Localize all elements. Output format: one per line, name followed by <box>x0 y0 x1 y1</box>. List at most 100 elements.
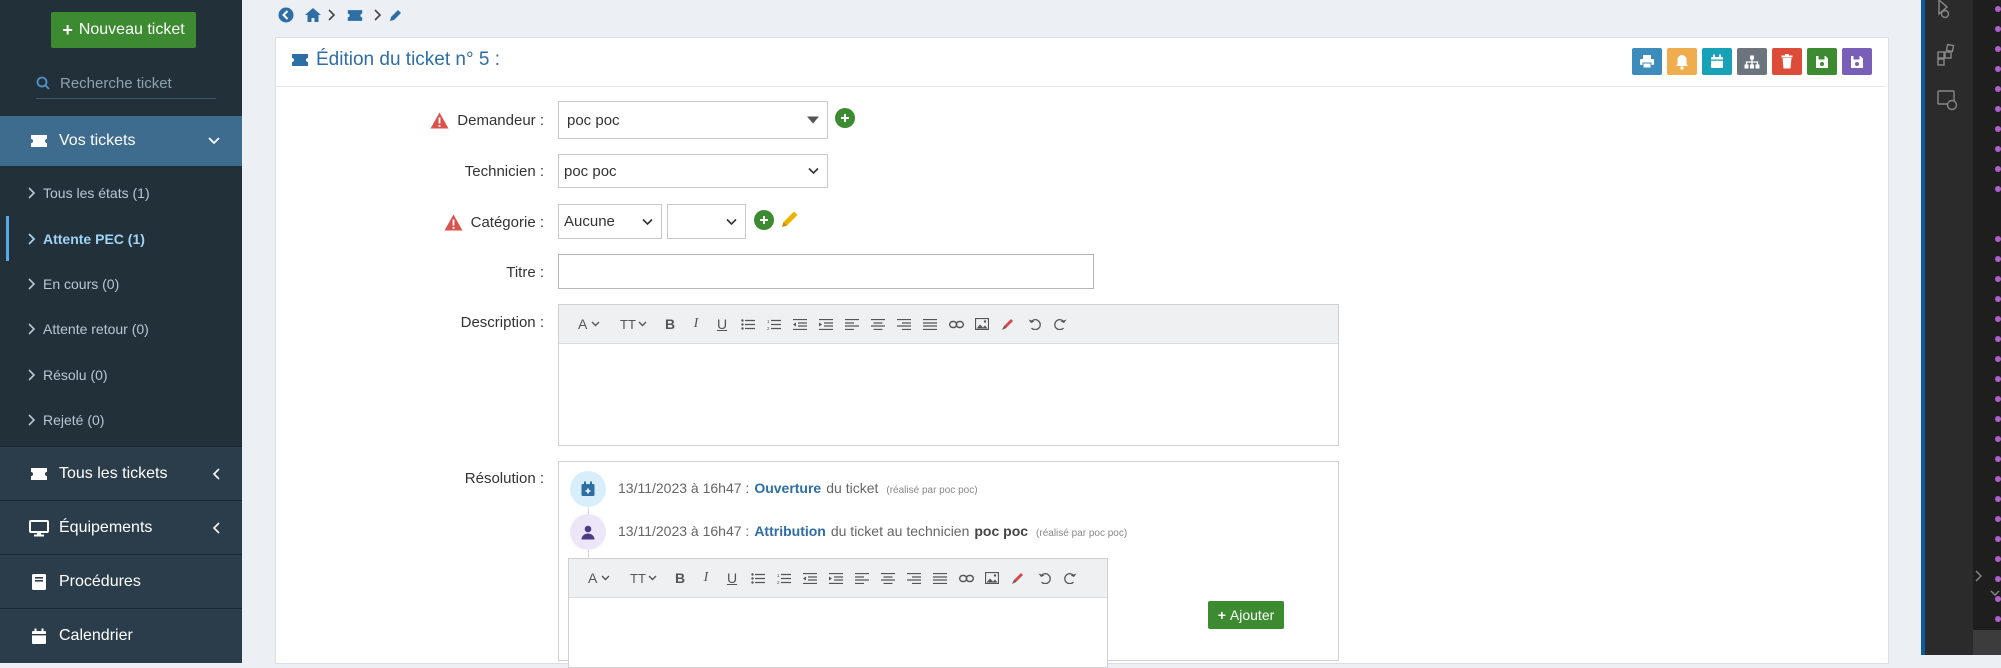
home-icon[interactable] <box>304 7 322 23</box>
status-bar-item <box>1973 630 2001 655</box>
categorie-label: Catégorie : <box>470 213 544 231</box>
chevron-right-icon <box>28 368 36 381</box>
eraser-icon[interactable] <box>1005 565 1031 591</box>
remote-explorer-icon[interactable] <box>1937 90 1959 112</box>
plus-icon: + <box>1217 607 1226 623</box>
sidebar-subitem-attente-retour[interactable]: Attente retour (0) <box>0 306 242 351</box>
chevron-down-icon <box>1990 590 2000 597</box>
notify-button[interactable] <box>1667 48 1697 75</box>
delete-button[interactable] <box>1772 48 1802 75</box>
editor-toolbar: A TT B I U 12 <box>569 559 1107 598</box>
ticket-icon <box>29 134 49 148</box>
marker-dot <box>1995 276 2001 282</box>
sidebar-item-procedures[interactable]: Procédures <box>0 554 242 609</box>
indent-icon[interactable] <box>813 311 839 337</box>
align-right-icon[interactable] <box>901 565 927 591</box>
technicien-select[interactable]: poc poc <box>558 154 828 188</box>
marker-dot <box>1995 26 2001 32</box>
subitem-label: Tous les états (1) <box>43 184 150 201</box>
ticket-icon[interactable] <box>346 9 364 22</box>
align-right-icon[interactable] <box>891 311 917 337</box>
edit-categorie-button[interactable] <box>780 209 800 229</box>
titre-input[interactable] <box>558 254 1094 289</box>
timeline-action: Attribution <box>754 523 826 539</box>
sidebar-item-tous-tickets[interactable]: Tous les tickets <box>0 446 242 501</box>
link-icon[interactable] <box>943 311 969 337</box>
sidebar-subitem-rejete[interactable]: Rejeté (0) <box>0 397 242 442</box>
ajouter-button[interactable]: + Ajouter <box>1208 601 1284 629</box>
demandeur-select[interactable]: poc poc <box>558 101 828 139</box>
numbered-list-icon[interactable]: 12 <box>771 565 797 591</box>
sidebar-item-vos-tickets[interactable]: Vos tickets <box>0 116 242 166</box>
sidebar-subitem-tous-etats[interactable]: Tous les états (1) <box>0 170 242 215</box>
resolution-editor[interactable]: A TT B I U 12 <box>568 558 1108 668</box>
marker-dot <box>1995 396 2001 402</box>
undo-icon[interactable] <box>1021 311 1047 337</box>
chevron-right-icon <box>1975 570 1983 582</box>
marker-dot <box>1995 616 2001 622</box>
bold-icon[interactable]: B <box>657 311 683 337</box>
pencil-icon <box>780 209 800 229</box>
book-icon <box>28 571 50 593</box>
image-icon[interactable] <box>969 311 995 337</box>
marker-dot <box>1995 456 2001 462</box>
print-button[interactable] <box>1632 48 1662 75</box>
chevron-down-icon <box>208 137 220 145</box>
debug-icon[interactable] <box>1937 0 1959 20</box>
hierarchy-button[interactable] <box>1737 48 1767 75</box>
underline-icon[interactable]: U <box>709 311 735 337</box>
titre-label: Titre : <box>506 263 544 281</box>
justify-icon[interactable] <box>927 565 953 591</box>
bullet-list-icon[interactable] <box>745 565 771 591</box>
sidebar-subitem-en-cours[interactable]: En cours (0) <box>0 261 242 306</box>
add-categorie-button[interactable] <box>754 210 774 230</box>
font-color-icon[interactable]: A <box>579 565 623 591</box>
align-center-icon[interactable] <box>875 565 901 591</box>
font-color-icon[interactable]: A <box>569 311 613 337</box>
redo-icon[interactable] <box>1047 311 1073 337</box>
sidebar-item-label: Équipements <box>59 519 153 536</box>
italic-icon[interactable]: I <box>683 311 709 337</box>
marker-dot <box>1995 436 2001 442</box>
eraser-icon[interactable] <box>995 311 1021 337</box>
sidebar-subitem-resolu[interactable]: Résolu (0) <box>0 352 242 397</box>
save-button[interactable] <box>1807 48 1837 75</box>
font-size-icon[interactable]: TT <box>613 311 657 337</box>
numbered-list-icon[interactable]: 12 <box>761 311 787 337</box>
underline-icon[interactable]: U <box>719 565 745 591</box>
ticket-search[interactable] <box>36 68 216 99</box>
monitor-icon <box>28 517 50 539</box>
chevron-left-icon <box>212 522 220 534</box>
categorie-select[interactable]: Aucune <box>558 204 662 239</box>
back-icon[interactable] <box>278 7 294 23</box>
bullet-list-icon[interactable] <box>735 311 761 337</box>
subcategorie-select[interactable] <box>667 204 746 239</box>
font-size-icon[interactable]: TT <box>623 565 667 591</box>
sidebar-subitem-attente-pec[interactable]: Attente PEC (1) <box>0 216 242 261</box>
align-center-icon[interactable] <box>865 311 891 337</box>
search-input[interactable] <box>58 73 212 93</box>
search-icon <box>36 76 50 90</box>
subitem-label: Attente retour (0) <box>43 320 149 337</box>
redo-icon[interactable] <box>1057 565 1083 591</box>
outdent-icon[interactable] <box>787 311 813 337</box>
add-demandeur-button[interactable] <box>835 108 855 128</box>
calendar-button[interactable] <box>1702 48 1732 75</box>
new-ticket-button[interactable]: + Nouveau ticket <box>51 12 196 48</box>
description-editor[interactable]: A TT B I U 12 <box>558 304 1339 446</box>
link-icon[interactable] <box>953 565 979 591</box>
image-icon[interactable] <box>979 565 1005 591</box>
undo-icon[interactable] <box>1031 565 1057 591</box>
align-left-icon[interactable] <box>839 311 865 337</box>
extensions-icon[interactable] <box>1937 44 1959 66</box>
justify-icon[interactable] <box>917 311 943 337</box>
indent-icon[interactable] <box>823 565 849 591</box>
align-left-icon[interactable] <box>849 565 875 591</box>
italic-icon[interactable]: I <box>693 565 719 591</box>
resolution-label: Résolution : <box>464 469 544 487</box>
outdent-icon[interactable] <box>797 565 823 591</box>
trash-icon <box>1781 54 1793 69</box>
bold-icon[interactable]: B <box>667 565 693 591</box>
save-close-button[interactable] <box>1842 48 1872 75</box>
sidebar-item-equipements[interactable]: Équipements <box>0 500 242 555</box>
